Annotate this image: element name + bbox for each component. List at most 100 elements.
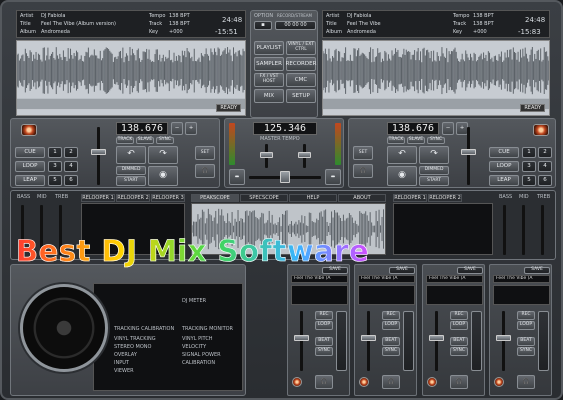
strip-headphone-icon[interactable]: 🎧 (315, 375, 333, 389)
left-pad-4[interactable]: 4 (64, 161, 78, 172)
right-play-icon[interactable]: ◉ (387, 166, 417, 186)
left-dimmed-button[interactable]: DIMMED (116, 166, 146, 175)
right-pad-1[interactable]: 1 (522, 147, 536, 158)
recorder-button[interactable]: RECORDER (286, 57, 316, 71)
right-set-button[interactable]: SET (353, 146, 373, 160)
left-leap-button[interactable]: LEAP (15, 175, 45, 186)
strip-sync-button[interactable]: SYNC (382, 347, 400, 356)
right-leap-button[interactable]: LEAP (489, 175, 519, 186)
right-pitch-fader[interactable] (461, 149, 476, 155)
right-power-icon[interactable] (533, 124, 549, 136)
strip-power-icon[interactable] (427, 377, 437, 387)
right-eq-mid-slider[interactable] (522, 205, 525, 255)
tab-left-relooper-2[interactable]: RELOOPER 2 (116, 194, 150, 202)
master-fader-right[interactable] (298, 152, 311, 158)
strip-sync-button[interactable]: SYNC (450, 347, 468, 356)
right-forward-icon[interactable]: ↷ (419, 146, 449, 164)
strip-power-icon[interactable] (494, 377, 504, 387)
strip-save-button[interactable]: SAVE (322, 267, 348, 274)
playlist-button[interactable]: PLAYLIST (254, 41, 284, 55)
crossfader-left-icon[interactable]: ⬌ (229, 169, 245, 185)
strip-headphone-icon[interactable]: 🎧 (517, 375, 535, 389)
mix-button[interactable]: MIX (254, 89, 284, 103)
strip-loop-button[interactable]: LOOP (517, 321, 535, 330)
strip-rec-button[interactable]: REC (517, 311, 535, 320)
strip-beat-button[interactable]: BEAT (315, 337, 333, 346)
right-back-icon[interactable]: ↶ (387, 146, 417, 164)
strip-volume-fader[interactable] (496, 335, 511, 341)
strip-side-button[interactable] (471, 311, 482, 371)
strip-rec-button[interactable]: REC (382, 311, 400, 320)
left-start-button[interactable]: START (116, 176, 146, 186)
right-headphone-icon[interactable]: 🎧 (353, 164, 373, 178)
sampler-button[interactable]: SAMPLER (254, 57, 284, 71)
right-track-button[interactable]: TRACK (387, 137, 405, 144)
strip-save-button[interactable]: SAVE (389, 267, 415, 274)
left-waveform[interactable]: READY (16, 40, 246, 116)
strip-beat-button[interactable]: BEAT (517, 337, 535, 346)
tab-about[interactable]: ABOUT (338, 194, 386, 202)
left-pad-6[interactable]: 6 (64, 175, 78, 186)
master-fader-left[interactable] (260, 152, 273, 158)
left-play-icon[interactable]: ◉ (148, 166, 178, 186)
vinyl-ext-ctrl-button[interactable]: VINYL / EXT CTRL (286, 41, 316, 55)
tab-left-relooper-1[interactable]: RELOOPER 1 (81, 194, 115, 202)
crossfader[interactable] (280, 171, 290, 183)
strip-side-button[interactable] (336, 311, 347, 371)
right-pad-3[interactable]: 3 (522, 161, 536, 172)
left-pitch-fader[interactable] (91, 149, 106, 155)
strip-loop-button[interactable]: LOOP (382, 321, 400, 330)
right-dimmed-button[interactable]: DIMMED (419, 166, 449, 175)
tab-right-relooper-1[interactable]: RELOOPER 1 (393, 194, 427, 202)
turntable-platter[interactable] (20, 284, 108, 372)
left-loop-button[interactable]: LOOP (15, 161, 45, 172)
strip-volume-fader[interactable] (294, 335, 309, 341)
right-pad-4[interactable]: 4 (538, 161, 552, 172)
tab-specscope[interactable]: SPECSCOPE (240, 194, 288, 202)
left-cue-button[interactable]: CUE (15, 147, 45, 158)
right-waveform[interactable]: READY (322, 40, 550, 116)
tab-peakscope[interactable]: PEAKSCOPE (191, 194, 239, 202)
right-pad-6[interactable]: 6 (538, 175, 552, 186)
left-minus-button[interactable]: − (171, 122, 183, 135)
strip-volume-fader[interactable] (361, 335, 376, 341)
strip-beat-button[interactable]: BEAT (450, 337, 468, 346)
left-slave-button[interactable]: SLAVE (136, 137, 154, 144)
strip-side-button[interactable] (403, 311, 414, 371)
strip-headphone-icon[interactable]: 🎧 (450, 375, 468, 389)
left-sync-button[interactable]: SYNC (156, 137, 174, 144)
left-forward-icon[interactable]: ↷ (148, 146, 178, 164)
option-button[interactable]: ▪ (254, 21, 272, 30)
right-pad-5[interactable]: 5 (522, 175, 536, 186)
tab-right-relooper-2[interactable]: RELOOPER 2 (428, 194, 462, 202)
cmc-button[interactable]: CMC (286, 73, 316, 87)
left-set-button[interactable]: SET (195, 146, 215, 160)
right-cue-button[interactable]: CUE (489, 147, 519, 158)
strip-loop-button[interactable]: LOOP (450, 321, 468, 330)
left-headphone-icon[interactable]: 🎧 (195, 164, 215, 178)
left-pad-5[interactable]: 5 (48, 175, 62, 186)
right-sync-button[interactable]: SYNC (427, 137, 445, 144)
tab-help[interactable]: HELP (289, 194, 337, 202)
strip-save-button[interactable]: SAVE (524, 267, 550, 274)
right-minus-button[interactable]: − (442, 122, 454, 135)
strip-sync-button[interactable]: SYNC (517, 347, 535, 356)
right-pad-2[interactable]: 2 (538, 147, 552, 158)
right-start-button[interactable]: START (419, 176, 449, 186)
strip-rec-button[interactable]: REC (315, 311, 333, 320)
fx-vst-host-button[interactable]: FX / VST HOST (254, 73, 284, 87)
strip-rec-button[interactable]: REC (450, 311, 468, 320)
strip-side-button[interactable] (538, 311, 549, 371)
right-loop-button[interactable]: LOOP (489, 161, 519, 172)
strip-headphone-icon[interactable]: 🎧 (382, 375, 400, 389)
left-back-icon[interactable]: ↶ (116, 146, 146, 164)
left-pad-3[interactable]: 3 (48, 161, 62, 172)
strip-save-button[interactable]: SAVE (457, 267, 483, 274)
right-eq-bass-slider[interactable] (503, 205, 506, 255)
left-plus-button[interactable]: + (185, 122, 197, 135)
left-power-icon[interactable] (21, 124, 37, 136)
strip-beat-button[interactable]: BEAT (382, 337, 400, 346)
strip-power-icon[interactable] (359, 377, 369, 387)
left-pad-1[interactable]: 1 (48, 147, 62, 158)
strip-sync-button[interactable]: SYNC (315, 347, 333, 356)
